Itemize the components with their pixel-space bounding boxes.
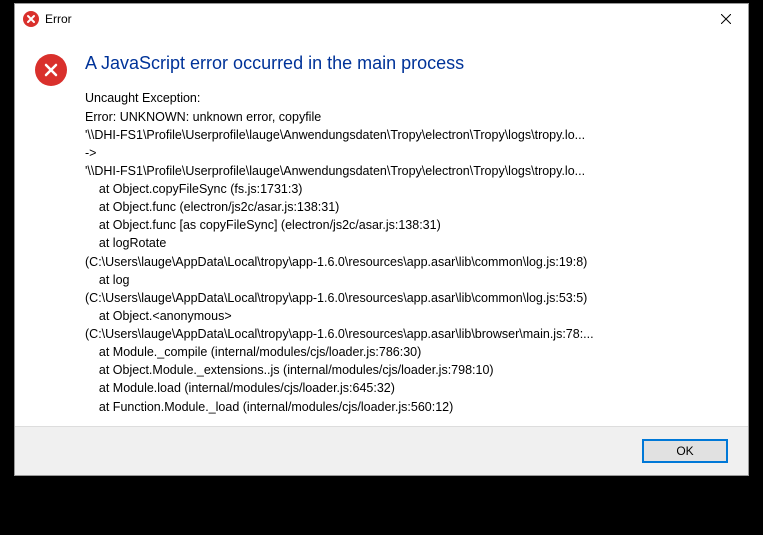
- titlebar: Error: [15, 4, 748, 34]
- ok-button[interactable]: OK: [642, 439, 728, 463]
- titlebar-title: Error: [45, 12, 72, 26]
- button-area: OK: [15, 426, 748, 475]
- close-button[interactable]: [703, 4, 748, 34]
- error-icon: [35, 54, 67, 86]
- message-area: A JavaScript error occurred in the main …: [85, 52, 728, 416]
- error-icon-small: [23, 11, 39, 27]
- dialog-body: Uncaught Exception: Error: UNKNOWN: unkn…: [85, 89, 728, 415]
- dialog-heading: A JavaScript error occurred in the main …: [85, 52, 728, 75]
- content-area: A JavaScript error occurred in the main …: [15, 34, 748, 426]
- close-icon: [721, 14, 731, 24]
- error-dialog: Error A JavaScript error occurred in the…: [14, 3, 749, 476]
